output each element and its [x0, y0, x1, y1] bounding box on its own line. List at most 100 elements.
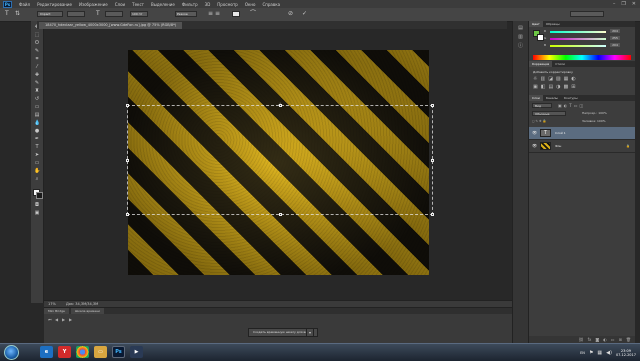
font-size-field[interactable]: 100 пт	[130, 11, 148, 17]
tab-adjustments[interactable]: Коррекция	[529, 61, 553, 67]
text-bounding-box[interactable]	[126, 104, 434, 216]
adjustment-layer-icon[interactable]: ◐	[603, 337, 607, 342]
layer-row-background[interactable]: 👁 Фон 🔒	[529, 140, 635, 153]
text-color-swatch[interactable]	[232, 11, 240, 17]
red-track[interactable]	[550, 31, 606, 33]
menu-view[interactable]: Просмотр	[217, 2, 238, 7]
start-button[interactable]	[4, 345, 19, 360]
flag-icon[interactable]: ⚑	[589, 350, 593, 356]
menu-image[interactable]: Изображение	[79, 2, 108, 7]
tab-timeline[interactable]: Шкала времени	[70, 308, 104, 314]
document-tab[interactable]: 18470_hdeclaar_yellow_4000x3000_[www.Gde…	[39, 22, 183, 29]
layer-row-text[interactable]: 👁 T Слой 1	[529, 127, 635, 140]
menu-file[interactable]: Файл	[19, 2, 30, 7]
properties-panel-icon[interactable]: ▥	[517, 34, 524, 40]
first-frame-icon[interactable]: ⏮	[48, 317, 52, 322]
history-panel-icon[interactable]: ▤	[517, 25, 524, 31]
handle-bottom-left[interactable]	[126, 213, 129, 216]
brush-tool-icon[interactable]: ✎	[34, 81, 40, 86]
trash-icon[interactable]: 🗑	[626, 337, 631, 342]
fill-field[interactable]: Заливка: 100%	[582, 119, 606, 123]
green-track[interactable]	[550, 38, 606, 40]
eye-icon[interactable]: 👁	[532, 130, 537, 135]
new-layer-icon[interactable]: ⊞	[619, 337, 622, 342]
blue-track[interactable]	[550, 45, 606, 47]
background-color-swatch[interactable]	[36, 192, 43, 199]
screen-mode-icon[interactable]: ▣	[34, 211, 40, 216]
adjustment-icons-row-2[interactable]: ▣◧▤◑▩⊞	[533, 84, 578, 90]
file-explorer-icon[interactable]: ▭	[94, 346, 107, 358]
healing-brush-tool-icon[interactable]: ✚	[34, 73, 40, 78]
background-color-swatch[interactable]	[537, 34, 544, 41]
close-icon[interactable]: ✕	[632, 1, 636, 7]
type-tool-icon[interactable]: T	[5, 11, 9, 17]
pen-tool-icon[interactable]: ✒	[34, 137, 40, 142]
crop-tool-icon[interactable]: ⌗	[34, 57, 40, 62]
lasso-tool-icon[interactable]: ʘ	[34, 41, 40, 46]
path-select-tool-icon[interactable]: ➤	[34, 153, 40, 158]
quick-mask-icon[interactable]: ◘	[34, 203, 40, 208]
photoshop-taskbar-icon[interactable]: Ps	[112, 346, 125, 358]
layer-style-icon[interactable]: fx	[588, 337, 592, 342]
yandex-browser-icon[interactable]: Y	[58, 346, 71, 358]
menu-3d[interactable]: 3D	[205, 2, 211, 7]
blue-slider[interactable]: B 204	[544, 43, 620, 48]
language-indicator[interactable]: EN	[580, 351, 585, 355]
handle-middle-left[interactable]	[126, 159, 129, 162]
antialias-select[interactable]: Резкое	[175, 11, 197, 17]
opacity-field[interactable]: Непрозр.: 100%	[582, 111, 607, 115]
workspace-select[interactable]	[570, 11, 604, 17]
history-brush-tool-icon[interactable]: ↺	[34, 97, 40, 102]
green-slider[interactable]: G 255	[544, 36, 620, 41]
layer-name[interactable]: Слой 1	[555, 131, 566, 135]
add-mask-icon[interactable]: ◙	[595, 337, 599, 342]
info-panel-icon[interactable]: ⓘ	[517, 43, 524, 49]
menu-type[interactable]: Текст	[132, 2, 144, 7]
adjustment-icons-row-1[interactable]: ☼▥◪▨▦◐	[533, 76, 579, 82]
type-tool-icon[interactable]: T	[34, 145, 40, 150]
quick-select-tool-icon[interactable]: ✎	[34, 49, 40, 54]
link-layers-icon[interactable]: ⛓	[579, 337, 584, 342]
tab-layers[interactable]: Слои	[529, 95, 543, 101]
align-center-icon[interactable]: ≡	[215, 11, 220, 17]
blend-mode-select[interactable]: Обычные	[532, 111, 566, 116]
tab-mini-bridge[interactable]: Mini Bridge	[44, 308, 69, 314]
red-value[interactable]: 204	[610, 29, 620, 33]
color-spectrum-bar[interactable]	[533, 55, 631, 60]
handle-bottom-right[interactable]	[431, 213, 434, 216]
lock-icons[interactable]: ◻✎✥🔒	[532, 119, 547, 123]
handle-top-left[interactable]	[126, 104, 129, 107]
zoom-tool-icon[interactable]: ⌕	[34, 177, 40, 182]
zoom-level[interactable]: 17%	[48, 302, 56, 306]
menu-filter[interactable]: Фильтр	[182, 2, 198, 7]
shape-tool-icon[interactable]: ▭	[34, 161, 40, 166]
media-player-icon[interactable]: ▶	[130, 346, 143, 358]
align-left-icon[interactable]: ≡	[208, 11, 213, 17]
tab-paths[interactable]: Контуры	[561, 95, 581, 101]
font-size-select[interactable]	[105, 11, 123, 17]
volume-icon[interactable]: ◀)	[606, 350, 612, 356]
font-family-select[interactable]: Impact	[37, 11, 63, 17]
hand-tool-icon[interactable]: ✋	[34, 169, 40, 174]
chrome-icon[interactable]	[76, 346, 89, 358]
eraser-tool-icon[interactable]: ▭	[34, 105, 40, 110]
minimize-icon[interactable]: –	[613, 1, 616, 7]
layer-filter-icons[interactable]: ▣◐T▭◫	[558, 103, 585, 108]
warp-text-icon[interactable]: ⌒	[250, 11, 256, 17]
layer-name[interactable]: Фон	[555, 144, 561, 148]
eye-icon[interactable]: 👁	[532, 143, 537, 148]
handle-top-right[interactable]	[431, 104, 434, 107]
green-value[interactable]: 255	[610, 36, 620, 40]
clock[interactable]: 23:09 07.12.2017	[616, 349, 636, 357]
layer-filter-select[interactable]: Вид	[532, 103, 552, 108]
chevron-down-icon[interactable]: ▾	[306, 328, 314, 337]
eyedropper-tool-icon[interactable]: ⁄	[34, 65, 40, 70]
red-slider[interactable]: R 204	[544, 29, 620, 34]
internet-explorer-icon[interactable]: e	[40, 346, 53, 358]
prev-frame-icon[interactable]: ◀	[55, 317, 58, 322]
restore-icon[interactable]: ❐	[621, 1, 625, 7]
network-icon[interactable]: ▦	[597, 350, 602, 356]
gradient-tool-icon[interactable]: ▤	[34, 113, 40, 118]
handle-bottom-center[interactable]	[279, 213, 282, 216]
menu-help[interactable]: Справка	[262, 2, 280, 7]
